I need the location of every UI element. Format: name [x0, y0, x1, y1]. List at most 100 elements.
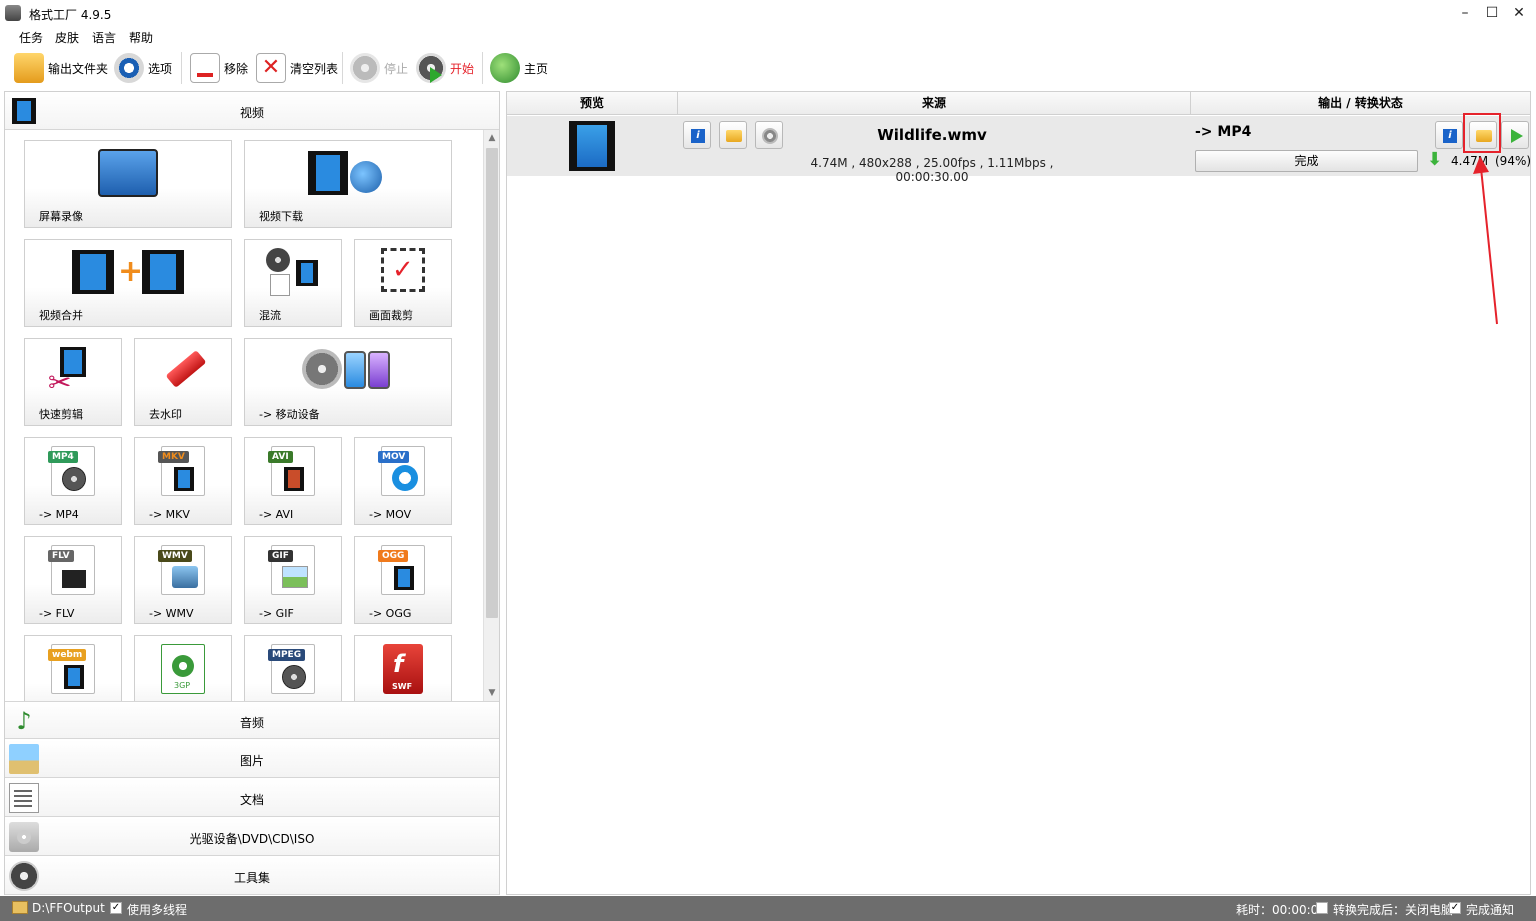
source-info-button[interactable]: i [683, 121, 711, 149]
tile-to-mp4[interactable]: MP4 -> MP4 [24, 437, 122, 525]
video-merge-icon: + [72, 248, 184, 296]
tile-label: -> GIF [259, 607, 294, 620]
tile-mobile-device[interactable]: -> 移动设备 [244, 338, 452, 426]
play-icon [1511, 129, 1523, 143]
scroll-up-icon[interactable]: ▲ [484, 130, 500, 146]
tile-scrollbar[interactable]: ▲ ▼ [483, 130, 499, 701]
category-video-label: 视频 [239, 106, 264, 120]
play-icon [430, 67, 442, 83]
tile-to-mkv[interactable]: MKV -> MKV [134, 437, 232, 525]
options-button[interactable]: 选项 [114, 50, 172, 86]
output-path[interactable]: D:\FFOutput [32, 901, 105, 915]
task-row[interactable]: i Wildlife.wmv 4.74M , 480x288 , 25.00fp… [507, 113, 1531, 184]
menu-skin[interactable]: 皮肤 [55, 29, 79, 46]
video-thumbnail-icon [569, 121, 615, 171]
output-info-button[interactable]: i [1435, 121, 1463, 149]
highlight-box [1463, 113, 1501, 153]
minimize-button[interactable]: – [1454, 4, 1476, 22]
tile-to-gif[interactable]: GIF -> GIF [244, 536, 342, 624]
gif-file-icon: GIF [268, 545, 315, 595]
tile-label: 去水印 [149, 408, 182, 421]
mpeg-file-icon: MPEG [268, 644, 315, 694]
output-folder-button[interactable]: 输出文件夹 [14, 50, 108, 86]
app-icon [5, 5, 21, 21]
column-output[interactable]: 输出 / 转换状态 [1191, 92, 1530, 115]
format-badge: MKV [158, 451, 189, 463]
mux-icon [266, 248, 320, 298]
source-settings-button[interactable] [755, 121, 783, 149]
tile-video-merge[interactable]: + 视频合并 [24, 239, 232, 327]
category-tools[interactable]: 工具集 [5, 857, 499, 895]
folder-icon [726, 130, 742, 142]
mkv-file-icon: MKV [158, 446, 205, 496]
tile-video-download[interactable]: 视频下载 [244, 140, 452, 228]
source-folder-button[interactable] [719, 121, 747, 149]
tile-label: 视频下载 [259, 210, 303, 223]
tile-label: -> FLV [39, 607, 75, 620]
category-document-label: 文档 [239, 793, 264, 807]
status-bar: D:\FFOutput ✓ 使用多线程 耗时：00:00:01 转换完成后：关闭… [0, 896, 1536, 921]
mov-file-icon: MOV [378, 446, 425, 496]
format-badge: OGG [378, 550, 409, 562]
toolbar: 输出文件夹 选项 移除 ✕ 清空列表 停止 开始 主页 [0, 48, 1536, 88]
source-details: 4.74M , 480x288 , 25.00fps , 1.11Mbps , … [810, 156, 1054, 184]
stop-label: 停止 [384, 61, 409, 76]
download-arrow-icon: ⬇ [1427, 149, 1443, 170]
tile-to-mpeg[interactable]: MPEG [244, 635, 342, 701]
notify-checkbox[interactable]: ✓ [1449, 902, 1461, 914]
tile-to-ogg[interactable]: OGG -> OGG [354, 536, 452, 624]
output-folder-label: 输出文件夹 [48, 61, 109, 76]
category-audio[interactable]: ♪ 音频 [5, 701, 499, 739]
tile-label: -> 移动设备 [259, 408, 320, 421]
tile-label: 快速剪辑 [39, 408, 83, 421]
tile-to-mov[interactable]: MOV -> MOV [354, 437, 452, 525]
scissors-icon: ✂ [48, 347, 98, 397]
category-disc[interactable]: 光驱设备\DVD\CD\ISO [5, 818, 499, 856]
flv-file-icon: FLV [48, 545, 95, 595]
maximize-button[interactable]: ☐ [1481, 4, 1503, 22]
tile-to-wmv[interactable]: WMV -> WMV [134, 536, 232, 624]
category-image-label: 图片 [239, 754, 264, 768]
tile-mux[interactable]: 混流 [244, 239, 342, 327]
category-audio-label: 音频 [239, 716, 264, 730]
tile-label: 视频合并 [39, 309, 83, 322]
home-globe-icon [490, 53, 520, 83]
category-video[interactable]: 视频 [5, 92, 499, 130]
home-button[interactable]: 主页 [490, 50, 548, 86]
multithread-checkbox[interactable]: ✓ [110, 902, 122, 914]
menu-help[interactable]: 帮助 [129, 29, 153, 46]
after-done-checkbox[interactable] [1316, 902, 1328, 914]
wmv-file-icon: WMV [158, 545, 205, 595]
column-source[interactable]: 来源 [678, 92, 1191, 115]
play-output-button[interactable] [1501, 121, 1529, 149]
close-button[interactable]: ✕ [1508, 4, 1530, 22]
tile-to-webm[interactable]: webm [24, 635, 122, 701]
tile-quick-clip[interactable]: ✂ 快速剪辑 [24, 338, 122, 426]
minus-icon [197, 73, 213, 77]
category-image[interactable]: 图片 [5, 740, 499, 778]
scroll-down-icon[interactable]: ▼ [484, 685, 500, 701]
tile-to-swf[interactable]: f SWF [354, 635, 452, 701]
category-disc-label: 光驱设备\DVD\CD\ISO [189, 832, 315, 846]
remove-label: 移除 [224, 61, 249, 76]
tile-to-avi[interactable]: AVI -> AVI [244, 437, 342, 525]
start-button[interactable]: 开始 [416, 50, 474, 86]
output-target: -> MP4 [1195, 124, 1252, 140]
tile-to-flv[interactable]: FLV -> FLV [24, 536, 122, 624]
stop-button[interactable]: 停止 [350, 50, 408, 86]
tile-crop[interactable]: ✓ 画面裁剪 [354, 239, 452, 327]
tile-remove-watermark[interactable]: 去水印 [134, 338, 232, 426]
options-label: 选项 [148, 61, 173, 76]
category-document[interactable]: 文档 [5, 779, 499, 817]
tile-label: -> MKV [149, 508, 190, 521]
toolbar-divider [181, 52, 182, 84]
menu-language[interactable]: 语言 [92, 29, 116, 46]
menu-task[interactable]: 任务 [19, 29, 43, 46]
remove-button[interactable]: 移除 [190, 50, 248, 86]
info-icon: i [1443, 129, 1457, 143]
clear-list-button[interactable]: ✕ 清空列表 [256, 50, 338, 86]
tile-screen-record[interactable]: 屏幕录像 [24, 140, 232, 228]
column-preview[interactable]: 预览 [507, 92, 678, 115]
tile-to-3gp[interactable]: 3GP [134, 635, 232, 701]
scroll-thumb[interactable] [486, 148, 498, 618]
